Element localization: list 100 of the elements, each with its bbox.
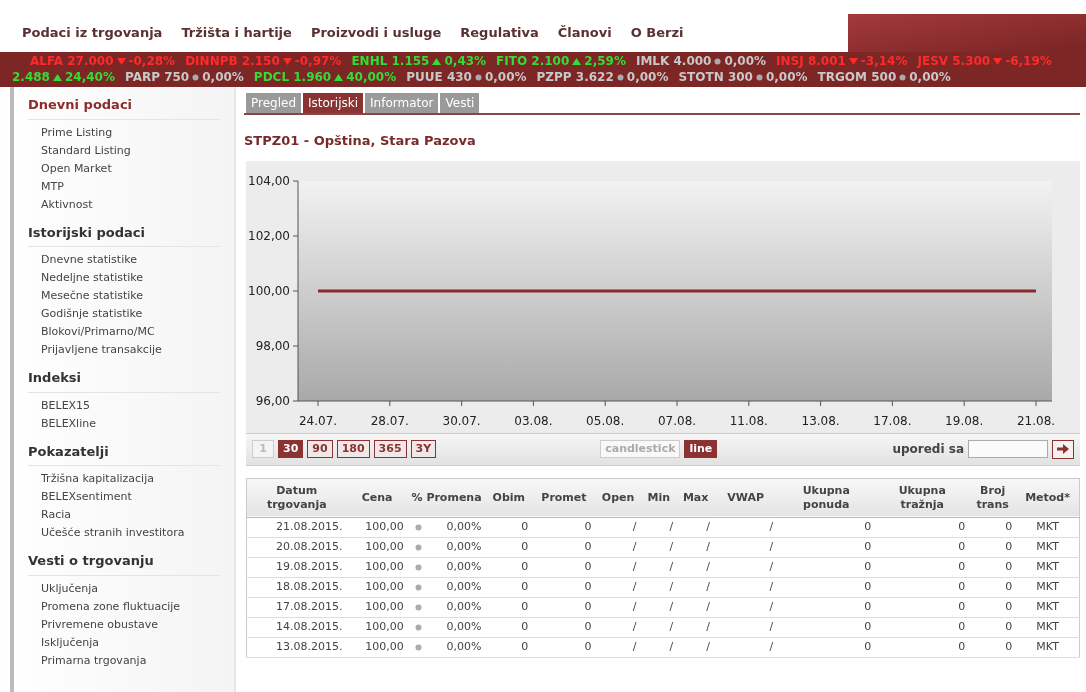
tab[interactable]: Istorijski <box>303 93 363 113</box>
table-cell: 0 <box>485 597 533 617</box>
column-header: Open <box>595 478 641 517</box>
ticker-item[interactable]: ENHL 1.155 0,43% <box>351 53 487 69</box>
sidebar-link[interactable]: MTP <box>28 177 220 196</box>
y-tick-label: 102,00 <box>248 228 290 243</box>
table-cell: 0 <box>532 517 596 537</box>
table-cell: 0 <box>875 597 970 617</box>
table-cell: / <box>677 557 714 577</box>
period-button[interactable]: 90 <box>307 440 333 458</box>
nav-link[interactable]: Podaci iz trgovanja <box>22 23 163 43</box>
ticker-item[interactable]: STOTN 300 0,00% <box>678 69 808 85</box>
sidebar-link[interactable]: BELEXsentiment <box>28 488 220 506</box>
table-cell: 0 <box>777 537 876 557</box>
up-triangle-icon <box>334 73 344 81</box>
x-tick-label: 11.08. <box>729 413 768 428</box>
ticker-item[interactable]: PARP 750 0,00% <box>124 69 244 85</box>
sidebar-link[interactable]: Blokovi/Primarno/MC <box>28 323 220 341</box>
table-cell: MKT <box>1016 537 1080 557</box>
sidebar-link[interactable]: Uključenja <box>28 579 220 598</box>
nav-link[interactable]: Tržišta i hartije <box>181 23 292 43</box>
table-cell: 100,00 <box>346 537 408 557</box>
nav-link[interactable]: O Berzi <box>630 23 684 43</box>
sidebar-link[interactable]: BELEXline <box>28 414 220 433</box>
table-cell: / <box>595 617 641 637</box>
sidebar-heading[interactable]: Indeksi <box>28 368 220 393</box>
compare-field[interactable] <box>968 440 1048 458</box>
dot-icon <box>414 643 422 651</box>
sidebar-link[interactable]: Primarna trgovanja <box>28 651 220 670</box>
table-cell: 0 <box>485 577 533 597</box>
table-cell: MKT <box>1016 637 1080 657</box>
chart-type-button[interactable]: line <box>684 440 718 458</box>
table-cell: 0 <box>532 557 596 577</box>
table-cell: 100,00 <box>346 637 408 657</box>
sidebar-link[interactable]: Aktivnost <box>28 195 220 214</box>
up-triangle-icon <box>432 57 442 65</box>
ticker-item[interactable]: PUUE 430 0,00% <box>406 69 527 85</box>
page-title: STPZ01 - Opština, Stara Pazova <box>244 132 477 150</box>
sidebar-link[interactable]: Dnevne statistike <box>28 251 220 269</box>
up-triangle-icon <box>52 73 62 81</box>
table-cell: / <box>677 517 714 537</box>
ticker-item[interactable]: IMLK 4.000 0,00% <box>635 53 767 69</box>
table-cell: 100,00 <box>346 577 408 597</box>
table-cell: 100,00 <box>346 557 408 577</box>
table-cell: / <box>714 617 778 637</box>
sidebar-link[interactable]: Isključenja <box>28 633 220 652</box>
period-button[interactable]: 365 <box>373 440 407 458</box>
table-cell: 18.08.2015. <box>246 577 347 597</box>
sidebar-link[interactable]: Privremene obustave <box>28 615 220 634</box>
ticker-item[interactable]: PDCL 1.960 40,00% <box>253 69 397 85</box>
period-button[interactable]: 30 <box>278 440 304 458</box>
table-cell: 0 <box>532 577 596 597</box>
x-tick-label: 24.07. <box>298 413 338 428</box>
table-cell: / <box>714 537 778 557</box>
sidebar-heading[interactable]: Vesti o trgovanju <box>28 551 220 576</box>
table-cell: 0,00% <box>407 577 486 597</box>
dot-icon <box>755 73 763 81</box>
table-cell: / <box>714 637 778 657</box>
sidebar-link[interactable]: BELEX15 <box>28 396 220 415</box>
sidebar-link[interactable]: Nedeljne statistike <box>28 269 220 287</box>
table-cell: / <box>677 617 714 637</box>
table-cell: 0 <box>485 637 533 657</box>
ticker-item[interactable]: PZPP 3.622 0,00% <box>536 69 669 85</box>
column-header: Cena <box>346 478 408 517</box>
table-cell: 0 <box>969 517 1017 537</box>
ticker-item[interactable]: TRGOM 500 0,00% <box>817 69 951 85</box>
sidebar-heading[interactable]: Istorijski podaci <box>28 222 220 247</box>
table-cell: 21.08.2015. <box>246 517 347 537</box>
sidebar-heading[interactable]: Pokazatelji <box>28 441 220 466</box>
sidebar-link[interactable]: Standard Listing <box>28 141 220 160</box>
nav-link[interactable]: Članovi <box>557 23 612 43</box>
sidebar-link[interactable]: Godišnje statistike <box>28 305 220 323</box>
y-tick-label: 100,00 <box>248 283 290 298</box>
table-cell: 13.08.2015. <box>246 637 347 657</box>
table-cell: / <box>640 557 678 577</box>
sidebar-link[interactable]: Promena zone fluktuacije <box>28 597 220 616</box>
column-header: Ukupna ponuda <box>777 478 876 517</box>
sidebar-link[interactable]: Učešće stranih investitora <box>28 524 220 542</box>
column-header: Ukupna tražnja <box>875 478 970 517</box>
sidebar-link[interactable]: Open Market <box>28 159 220 178</box>
nav-link[interactable]: Proizvodi i usluge <box>310 23 442 43</box>
nav-link[interactable]: Regulativa <box>460 23 539 43</box>
period-button[interactable]: 3Y <box>410 440 437 458</box>
down-triangle-icon <box>848 57 858 65</box>
column-header: Metod* <box>1016 478 1080 517</box>
column-header: Broj trans <box>969 478 1017 517</box>
go-button[interactable] <box>1052 439 1074 459</box>
sidebar-link[interactable]: Tržišna kapitalizacija <box>28 470 220 488</box>
table-cell: 0 <box>875 537 970 557</box>
ticker-item[interactable]: FITO 2.100 2,59% <box>496 53 626 69</box>
sidebar-link[interactable]: Racia <box>28 506 220 524</box>
period-button[interactable]: 180 <box>336 440 370 458</box>
sidebar-link[interactable]: Prime Listing <box>28 123 220 142</box>
sidebar-link[interactable]: Prijavljene transakcije <box>28 341 220 359</box>
sidebar-heading[interactable]: Dnevni podaci <box>28 95 220 120</box>
column-header: Promet <box>532 478 596 517</box>
sidebar-link[interactable]: Mesečne statistike <box>28 287 220 305</box>
dot-icon <box>899 73 907 81</box>
table-cell: 0 <box>969 617 1017 637</box>
ticker-item[interactable]: 2.488 24,40% <box>12 69 115 85</box>
